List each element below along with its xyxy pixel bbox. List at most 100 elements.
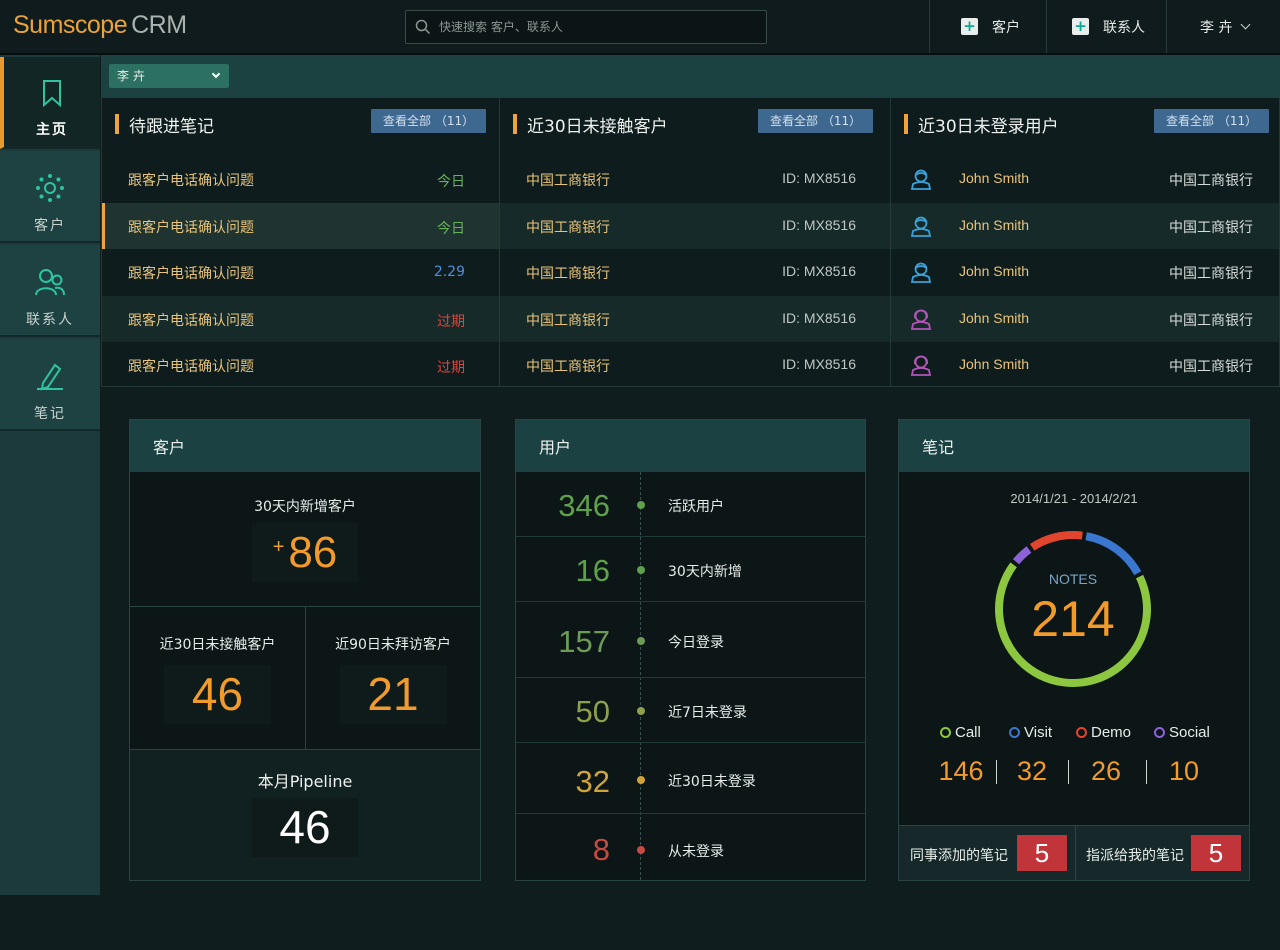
add-contact-button[interactable]: + 联系人 [1046,0,1167,53]
panel-title: 待跟进笔记 [129,117,214,137]
customer-row[interactable]: 中国工商银行 ID: MX8516 [500,249,890,296]
user-name: John Smith [959,170,1030,186]
divider [1146,760,1147,784]
untouched-label: 近30日未接触客户 [159,637,276,653]
user-stat-label: 30天内新增 [668,564,742,580]
user-stat-row[interactable]: 8 从未登录 [516,814,865,879]
pipeline-label: 本月Pipeline [257,772,353,791]
legend-value: 10 [1168,756,1200,786]
note-row[interactable]: 跟客户电话确认问题 2.29 [102,249,499,296]
user-stat-row[interactable]: 32 近30日未登录 [516,743,865,814]
donut-segment-demo[interactable] [1029,531,1083,551]
user-icon [910,308,932,334]
donut-segment-visit[interactable] [1085,532,1142,576]
user-row[interactable]: John Smith 中国工商银行 [891,249,1279,296]
untouched-customers-panel: 近30日未接触客户 查看全部 （11） 中国工商银行 ID: MX8516 中国… [500,98,891,386]
view-all-button[interactable]: 查看全部 （11） [758,109,874,133]
user-select[interactable]: 李 卉 [109,64,229,88]
user-icon [910,354,932,380]
user-company: 中国工商银行 [1169,219,1253,236]
sun-circle-icon [35,173,65,207]
sidebar-item-home[interactable]: 主页 [0,57,100,149]
legend-social: Social [1154,724,1210,741]
assigned-notes-badge[interactable]: 5 [1191,835,1241,871]
status-dot [637,566,645,574]
customer-row[interactable]: 中国工商银行 ID: MX8516 [500,156,890,203]
divider [1075,826,1076,881]
view-all-button[interactable]: 查看全部 （11） [371,109,487,133]
user-company: 中国工商银行 [1169,359,1253,375]
note-text: 跟客户电话确认问题 [128,312,254,329]
customer-name: 中国工商银行 [526,173,610,189]
note-row[interactable]: 跟客户电话确认问题 今日 [102,202,499,249]
user-stat-row[interactable]: 16 30天内新增 [516,537,865,602]
panel-header: 近30日未登录用户 查看全部 （11） [891,98,1279,156]
sidebar-item-label: 主页 [36,122,68,138]
app-logo[interactable]: Sumscope CRM [13,11,187,40]
pipeline-box: 46 [252,798,358,857]
chevron-down-icon [211,69,221,79]
plus-icon: + [961,18,978,35]
view-all-button[interactable]: 查看全部 （11） [1154,109,1270,133]
sidebar-item-label: 笔记 [34,406,66,422]
donut-segment-social[interactable] [1012,546,1032,565]
sidebar-item-customers[interactable]: 客户 [0,151,100,243]
user-select-value: 李 卉 [117,69,145,83]
user-stat-value: 8 [592,832,610,867]
legend-label: Visit [1024,724,1053,741]
customer-row[interactable]: 中国工商银行 ID: MX8516 [500,202,890,249]
user-stat-label: 活跃用户 [668,499,724,515]
untouched-value: 46 [191,668,244,720]
customer-name: 中国工商银行 [526,219,610,236]
user-stat-label: 近7日未登录 [668,705,747,721]
accent-bar [513,114,517,134]
note-row[interactable]: 跟客户电话确认问题 今日 [102,156,499,203]
status-dot [637,501,645,509]
legend-label: Social [1169,724,1210,741]
unvisited-customers-cell[interactable]: 近90日未拜访客户 21 [306,607,480,750]
user-stat-row[interactable]: 157 今日登录 [516,602,865,678]
untouched-customers-cell[interactable]: 近30日未接触客户 46 [130,607,306,750]
user-menu[interactable]: 李 卉 [1166,0,1280,53]
note-status: 今日 [437,220,465,237]
add-customer-button[interactable]: + 客户 [929,0,1047,53]
colleague-notes-badge[interactable]: 5 [1017,835,1067,871]
untouched-box: 46 [164,665,271,724]
new-customers-cell[interactable]: 30天内新增客户 + 86 [130,472,480,607]
bookmark-icon [41,79,63,111]
user-stat-value: 346 [558,488,610,523]
panel-title: 近30日未登录用户 [918,117,1059,137]
note-row[interactable]: 跟客户电话确认问题 过期 [102,342,499,389]
user-company: 中国工商银行 [1169,266,1253,282]
sidebar-item-notes[interactable]: 笔记 [0,339,100,431]
user-icon [910,168,932,194]
customer-row[interactable]: 中国工商银行 ID: MX8516 [500,342,890,389]
user-stat-value: 32 [575,764,610,799]
user-icon [910,215,932,241]
note-text: 跟客户电话确认问题 [128,266,254,282]
ring-icon [1076,727,1087,738]
customer-id: ID: MX8516 [782,263,856,279]
customer-row[interactable]: 中国工商银行 ID: MX8516 [500,295,890,342]
sidebar-item-label: 联系人 [26,312,74,328]
user-row[interactable]: John Smith 中国工商银行 [891,342,1279,389]
unvisited-box: 21 [339,665,447,724]
pipeline-cell[interactable]: 本月Pipeline 46 [130,750,480,880]
legend-visit: Visit [1009,724,1052,741]
user-row[interactable]: John Smith 中国工商银行 [891,202,1279,249]
user-name: John Smith [959,263,1030,279]
customer-id: ID: MX8516 [782,309,856,326]
customer-id: ID: MX8516 [782,216,856,233]
sidebar-item-contacts[interactable]: 联系人 [0,245,100,337]
donut-caption: NOTES [1048,571,1098,587]
divider [1068,760,1069,784]
user-row[interactable]: John Smith 中国工商银行 [891,295,1279,342]
customer-id: ID: MX8516 [782,356,856,372]
panel-title: 近30日未接触客户 [527,117,668,137]
search-input[interactable] [439,11,759,43]
user-stat-row[interactable]: 346 活跃用户 [516,472,865,537]
pending-notes-panel: 待跟进笔记 查看全部 （11） 跟客户电话确认问题 今日 跟客户电话确认问题 今… [102,98,500,386]
user-stat-row[interactable]: 50 近7日未登录 [516,678,865,743]
note-row[interactable]: 跟客户电话确认问题 过期 [102,295,499,342]
user-row[interactable]: John Smith 中国工商银行 [891,156,1279,203]
